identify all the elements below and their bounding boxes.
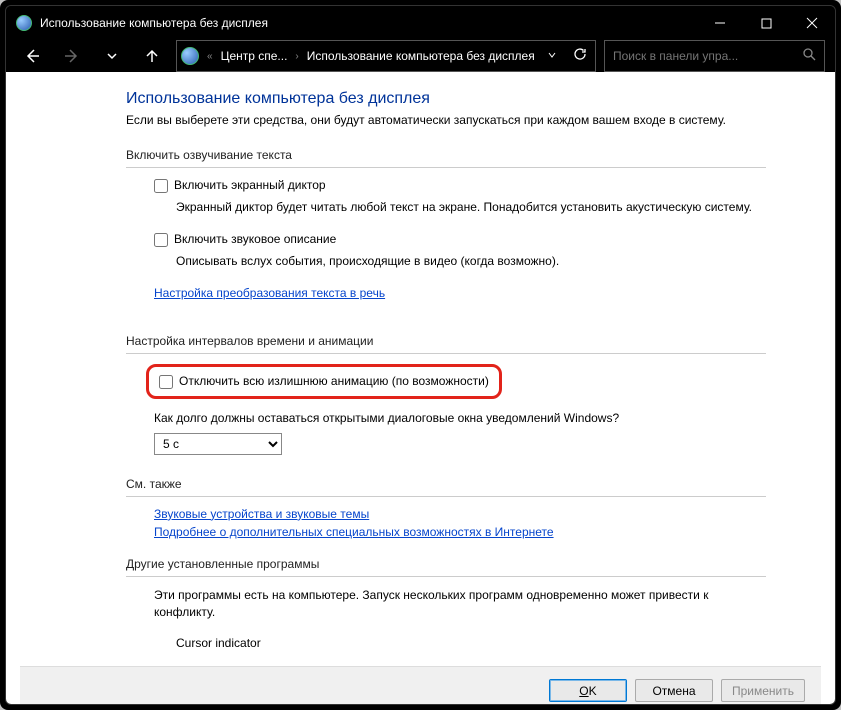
tts-settings-link[interactable]: Настройка преобразования текста в речь (154, 286, 385, 300)
audio-desc-checkbox-row[interactable]: Включить звуковое описание (154, 232, 766, 247)
search-input[interactable] (613, 49, 802, 63)
scroll-pane[interactable]: Использование компьютера без дисплея Есл… (20, 86, 821, 666)
chevron-icon[interactable]: « (203, 51, 217, 62)
chevron-down-icon[interactable] (543, 50, 561, 63)
apply-button[interactable]: Применить (721, 679, 805, 702)
section-heading-voice: Включить озвучивание текста (126, 148, 766, 168)
narrator-desc: Экранный диктор будет читать любой текст… (176, 199, 766, 216)
search-box[interactable] (604, 40, 825, 72)
app-icon (16, 15, 32, 31)
chevron-right-icon: › (291, 51, 302, 62)
breadcrumb-seg2[interactable]: Использование компьютера без дисплея (307, 49, 535, 63)
breadcrumb-seg1[interactable]: Центр спе... (221, 49, 288, 63)
address-bar[interactable]: « Центр спе... › Использование компьютер… (176, 40, 596, 72)
sound-devices-link[interactable]: Звуковые устройства и звуковые темы (154, 507, 766, 521)
disable-animation-checkbox[interactable] (159, 375, 173, 389)
notification-duration-combo[interactable]: 5 c (154, 433, 282, 455)
audio-desc-label: Включить звуковое описание (174, 232, 336, 246)
installed-program-item: Cursor indicator (176, 636, 766, 650)
section-heading-other: Другие установленные программы (126, 557, 766, 577)
highlight-box: Отключить всю излишнюю анимацию (по возм… (146, 364, 502, 399)
more-accessibility-link[interactable]: Подробнее о дополнительных специальных в… (154, 525, 766, 539)
notification-duration-label: Как долго должны оставаться открытыми ди… (154, 411, 766, 425)
location-icon (181, 47, 199, 65)
ok-button[interactable]: OK (549, 679, 627, 702)
content-area: Использование компьютера без дисплея Есл… (6, 72, 835, 705)
forward-button[interactable] (56, 40, 88, 72)
window-title: Использование компьютера без дисплея (40, 16, 697, 30)
other-programs-desc: Эти программы есть на компьютере. Запуск… (154, 587, 766, 621)
titlebar: Использование компьютера без дисплея (6, 6, 835, 40)
maximize-button[interactable] (743, 6, 789, 40)
section-heading-timing: Настройка интервалов времени и анимации (126, 334, 766, 354)
audio-desc-text: Описывать вслух события, происходящие в … (176, 253, 766, 270)
disable-animation-row[interactable]: Отключить всю излишнюю анимацию (по возм… (159, 374, 489, 389)
back-button[interactable] (16, 40, 48, 72)
narrator-checkbox[interactable] (154, 179, 168, 193)
narrator-label: Включить экранный диктор (174, 178, 326, 192)
search-icon[interactable] (802, 47, 816, 66)
close-button[interactable] (789, 6, 835, 40)
up-button[interactable] (136, 40, 168, 72)
narrator-checkbox-row[interactable]: Включить экранный диктор (154, 178, 766, 193)
recent-dropdown[interactable] (96, 40, 128, 72)
button-bar: OK Отмена Применить (20, 666, 821, 705)
disable-animation-label: Отключить всю излишнюю анимацию (по возм… (179, 374, 489, 388)
page-intro: Если вы выберете эти средства, они будут… (126, 112, 766, 128)
audio-desc-checkbox[interactable] (154, 233, 168, 247)
section-heading-seealso: См. также (126, 477, 766, 497)
minimize-button[interactable] (697, 6, 743, 40)
toolbar: « Центр спе... › Использование компьютер… (6, 40, 835, 72)
cancel-button[interactable]: Отмена (635, 679, 713, 702)
page-title: Использование компьютера без дисплея (126, 90, 766, 108)
refresh-button[interactable] (565, 47, 595, 66)
